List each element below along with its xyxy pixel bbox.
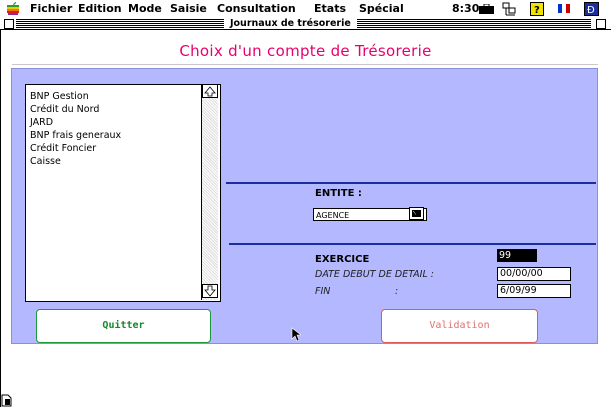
menu-consultation[interactable]: Consultation [217, 2, 296, 15]
menu-bar: Fichier Edition Mode Saisie Consultation… [0, 0, 611, 19]
svg-text:Ð: Ð [587, 5, 595, 16]
list-item[interactable]: Caisse [30, 155, 61, 168]
document-icon [1, 394, 12, 407]
scroll-down-arrow-icon[interactable] [202, 284, 218, 298]
fin-separator: : [395, 286, 399, 297]
quit-button[interactable]: Quitter [36, 309, 211, 343]
cursor-icon [291, 327, 301, 342]
menu-edition[interactable]: Edition [78, 2, 122, 15]
menu-special[interactable]: Spécial [359, 2, 404, 15]
exercice-label: EXERCICE [315, 254, 370, 265]
header-divider [12, 64, 598, 65]
briefcase-icon [479, 4, 494, 14]
list-item[interactable]: BNP frais generaux [30, 129, 121, 142]
help-icon[interactable]: ? [530, 2, 544, 16]
date-debut-label: DATE DEBUT DE DETAIL : [315, 269, 434, 280]
exercice-field[interactable]: 99 [497, 249, 537, 262]
list-item[interactable]: Crédit du Nord [30, 103, 99, 116]
menu-fichier[interactable]: Fichier [30, 2, 72, 15]
close-box[interactable] [4, 19, 14, 29]
list-item[interactable]: BNP Gestion [30, 90, 89, 103]
zoom-box[interactable] [596, 19, 606, 29]
section-divider [226, 182, 596, 184]
account-list[interactable]: BNP Gestion Crédit du Nord JARD BNP frai… [25, 84, 221, 302]
clock: 8:30 [452, 2, 480, 15]
fin-label: FIN [315, 286, 331, 297]
list-scrollbar[interactable] [201, 84, 218, 300]
application-icon[interactable]: Ð [584, 2, 599, 16]
section-divider [229, 243, 596, 245]
list-item[interactable]: JARD [30, 116, 53, 129]
menu-saisie[interactable]: Saisie [170, 2, 207, 15]
apple-menu-icon[interactable] [6, 1, 20, 16]
entite-label: ENTITE : [315, 188, 362, 199]
network-icon[interactable] [502, 2, 516, 16]
validate-button[interactable]: Validation [381, 309, 538, 343]
page-title: Choix d'un compte de Trésorerie [179, 42, 432, 60]
menu-etats[interactable]: Etats [314, 2, 346, 15]
svg-text:?: ? [534, 5, 540, 16]
date-debut-field[interactable]: 00/00/00 [497, 267, 571, 281]
french-flag-icon[interactable] [558, 4, 570, 13]
list-item[interactable]: Crédit Foncier [30, 142, 96, 155]
window-title-bar[interactable]: Journaux de trésorerie [0, 18, 611, 30]
window-title: Journaux de trésorerie [224, 18, 357, 29]
chevron-down-icon[interactable] [409, 207, 424, 220]
menu-mode[interactable]: Mode [128, 2, 162, 15]
fin-field[interactable]: 6/09/99 [497, 284, 571, 298]
scroll-up-arrow-icon[interactable] [202, 84, 218, 98]
